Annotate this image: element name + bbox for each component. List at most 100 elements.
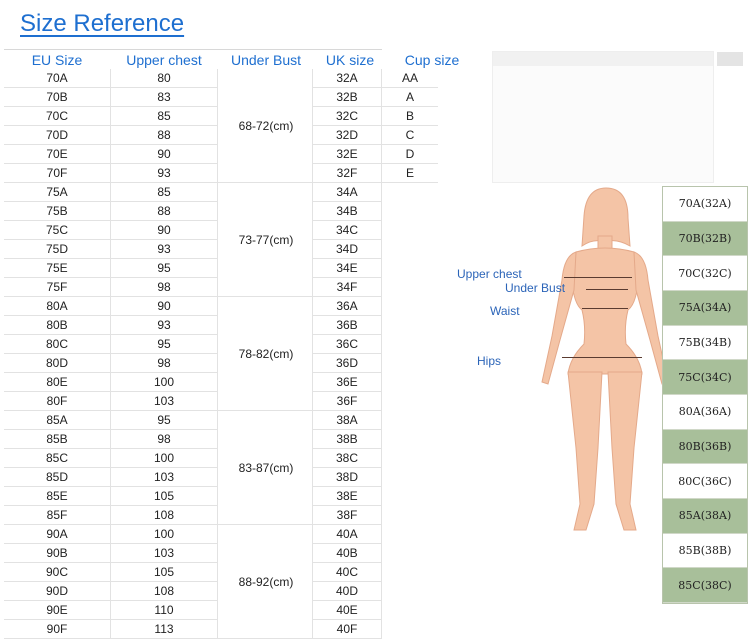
under-bust-cell: 88-92(cm): [218, 525, 314, 639]
eu-size-cell: 80C: [4, 335, 110, 354]
uk-size-cell: 32E: [313, 145, 381, 164]
size-swatch: 70B(32B): [663, 221, 747, 257]
size-swatch-strip: 70A(32A) 70B(32B) 70C(32C) 75A(34A) 75B(34B)…: [662, 186, 748, 604]
upper-chest-cell: 93: [111, 240, 217, 259]
upper-chest-cell: 105: [111, 563, 217, 582]
uk-size-cell: 38C: [313, 449, 381, 468]
cup-size-cell: D: [382, 145, 438, 164]
eu-size-cell: 85E: [4, 487, 110, 506]
size-swatch: 85A(38A): [663, 499, 747, 534]
under-bust-label: Under Bust: [505, 281, 566, 295]
upper-chest-cell: 113: [111, 620, 217, 639]
body-figure: [500, 186, 670, 546]
eu-size-cell: 70B: [4, 88, 110, 107]
cup-size-cell: A: [382, 88, 438, 107]
uk-size-cell: 32C: [313, 107, 381, 126]
uk-size-cell: 36E: [313, 373, 381, 392]
cup-size-cell: AA: [382, 69, 438, 88]
eu-size-cell: 90C: [4, 563, 110, 582]
eu-size-cell: 70D: [4, 126, 110, 145]
eu-size-cell: 90A: [4, 525, 110, 544]
eu-size-cell: 70C: [4, 107, 110, 126]
uk-size-cell: 38E: [313, 487, 381, 506]
uk-size-cell: 38B: [313, 430, 381, 449]
uk-size-cell: 40B: [313, 544, 381, 563]
hips-line: [562, 357, 642, 358]
eu-size-cell: 85B: [4, 430, 110, 449]
upper-chest-cell: 90: [111, 221, 217, 240]
cup-size-cell: B: [382, 107, 438, 126]
uk-size-cell: 32F: [313, 164, 381, 183]
uk-size-cell: 34F: [313, 278, 381, 297]
eu-size-cell: 90F: [4, 620, 110, 639]
uk-size-cell: 40E: [313, 601, 381, 620]
size-swatch: 75C(34C): [663, 360, 747, 395]
eu-size-cell: 75B: [4, 202, 110, 221]
upper-chest-column: 80 83 85 88 90 93 85 88 90 93 95 98 90 93 95 98 100 103 95…: [110, 69, 218, 639]
uk-size-cell: 36B: [313, 316, 381, 335]
size-swatch: 70A(32A): [663, 187, 747, 222]
eu-size-cell: 75D: [4, 240, 110, 259]
size-table: EU Size Upper chest Under Bust UK size C…: [4, 49, 459, 639]
blank-panel: [492, 51, 743, 183]
upper-chest-label: Upper chest: [457, 267, 522, 281]
uk-size-cell: 34E: [313, 259, 381, 278]
size-swatch: 85B(38B): [663, 534, 747, 569]
uk-size-cell: 34D: [313, 240, 381, 259]
uk-size-cell: 38F: [313, 506, 381, 525]
eu-size-cell: 70F: [4, 164, 110, 183]
eu-size-cell: 80D: [4, 354, 110, 373]
uk-size-cell: 38D: [313, 468, 381, 487]
upper-chest-cell: 100: [111, 525, 217, 544]
upper-chest-cell: 85: [111, 183, 217, 202]
uk-size-column: 32A 32B 32C 32D 32E 32F 34A 34B 34C 34D 34E 34F 36A 3…: [312, 69, 382, 639]
upper-chest-cell: 103: [111, 392, 217, 411]
eu-size-column: 70A 70B 70C 70D 70E 70F 75A 75B 75C 75D 75E 75F 80A 8…: [4, 69, 110, 639]
upper-chest-cell: 88: [111, 126, 217, 145]
blank-panel-bar: [493, 52, 713, 66]
page-title: Size Reference: [20, 10, 185, 37]
upper-chest-cell: 108: [111, 582, 217, 601]
cup-size-cell: E: [382, 164, 438, 183]
uk-size-cell: 40C: [313, 563, 381, 582]
size-swatch: 75B(34B): [663, 326, 747, 361]
uk-size-cell: 40A: [313, 525, 381, 544]
size-swatch: 80C(36C): [663, 464, 747, 499]
under-bust-line: [586, 289, 628, 290]
eu-size-cell: 90D: [4, 582, 110, 601]
upper-chest-cell: 80: [111, 69, 217, 88]
eu-size-cell: 85A: [4, 411, 110, 430]
under-bust-cell: 68-72(cm): [218, 69, 314, 183]
uk-size-cell: 36F: [313, 392, 381, 411]
eu-size-cell: 70A: [4, 69, 110, 88]
header-cup-size: Cup size: [404, 52, 460, 68]
eu-size-cell: 85D: [4, 468, 110, 487]
header-uk-size: UK size: [325, 52, 375, 68]
blank-panel-tab: [717, 52, 743, 66]
hips-label: Hips: [477, 354, 502, 368]
uk-size-cell: 32D: [313, 126, 381, 145]
cup-size-cell: C: [382, 126, 438, 145]
eu-size-cell: 80B: [4, 316, 110, 335]
uk-size-cell: 32A: [313, 69, 381, 88]
size-swatch: 85C(38C): [663, 568, 747, 603]
upper-chest-cell: 100: [111, 449, 217, 468]
header-upper-chest: Upper chest: [126, 52, 202, 68]
upper-chest-cell: 105: [111, 487, 217, 506]
upper-chest-cell: 90: [111, 297, 217, 316]
upper-chest-cell: 98: [111, 278, 217, 297]
under-bust-cell: 83-87(cm): [218, 411, 314, 525]
upper-chest-cell: 100: [111, 373, 217, 392]
size-swatch: 75A(34A): [663, 291, 747, 326]
under-bust-cell: 78-82(cm): [218, 297, 314, 411]
upper-chest-cell: 95: [111, 335, 217, 354]
upper-chest-cell: 90: [111, 145, 217, 164]
uk-size-cell: 34C: [313, 221, 381, 240]
eu-size-cell: 85C: [4, 449, 110, 468]
header-under-bust: Under Bust: [230, 52, 302, 68]
uk-size-cell: 36A: [313, 297, 381, 316]
uk-size-cell: 32B: [313, 88, 381, 107]
upper-chest-line: [564, 277, 632, 278]
size-swatch: 80B(36B): [663, 429, 747, 465]
size-swatch: 70C(32C): [663, 256, 747, 291]
